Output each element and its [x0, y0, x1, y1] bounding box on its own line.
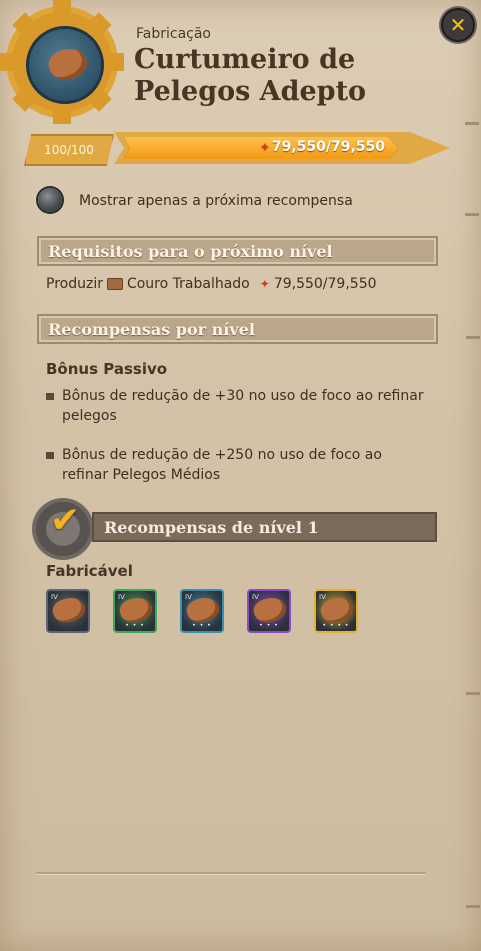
item-tier-label: IV	[51, 593, 58, 601]
requirement-verb: Produzir	[46, 276, 103, 292]
requirement-amount: 79,550/79,550	[273, 276, 377, 292]
spec-gear-icon	[0, 0, 124, 124]
requirement-line: Produzir Couro Trabalhado ✦ 79,550/79,55…	[46, 276, 377, 292]
craftable-item-slot[interactable]: IV • • •	[247, 589, 291, 633]
panel-edge-notch	[465, 213, 479, 216]
bullet-icon	[46, 393, 54, 400]
item-tier-label: IV	[118, 593, 125, 601]
craftable-item-slot[interactable]: IV • • •	[113, 589, 157, 633]
next-reward-toggle[interactable]	[38, 188, 62, 212]
bullet-icon	[46, 452, 54, 459]
passive-bonus-item: Bônus de redução de +30 no uso de foco a…	[46, 386, 426, 426]
divider	[36, 872, 426, 874]
item-tier-label: IV	[252, 593, 259, 601]
craftable-item-slot[interactable]: IV	[46, 589, 90, 633]
passive-bonus-title: Bônus Passivo	[46, 360, 168, 378]
craftable-title: Fabricável	[46, 562, 133, 580]
fame-icon: ✦	[259, 140, 270, 154]
level-rewards-header: Recompensas de nível 1	[92, 512, 437, 542]
level-text: 100/100	[44, 143, 94, 157]
craftable-item-slot[interactable]: IV • • • •	[314, 589, 358, 633]
fame-progress-bar: ✦ 79,550/79,550	[124, 137, 399, 159]
close-x-icon: ✕	[449, 13, 467, 37]
enchant-dots: • • •	[259, 622, 279, 629]
item-tier-label: IV	[319, 593, 326, 601]
enchant-dots: • • •	[125, 622, 145, 629]
requirements-header: Requisitos para o próximo nível	[37, 236, 438, 266]
rewards-by-level-header: Recompensas por nível	[37, 314, 438, 344]
passive-bonus-item: Bônus de redução de +250 no uso de foco …	[46, 445, 426, 485]
panel-edge-notch	[466, 905, 480, 908]
checkmark-icon: ✔	[50, 500, 81, 541]
panel-edge-notch	[466, 336, 480, 339]
hide-icon	[45, 43, 91, 85]
fame-value: 79,550/79,550	[271, 139, 385, 155]
page-title: Curtumeiro de Pelegos Adepto	[134, 44, 367, 107]
craftable-item-slot[interactable]: IV • • •	[180, 589, 224, 633]
panel-edge-notch	[465, 122, 479, 125]
leather-icon	[106, 278, 123, 290]
close-button[interactable]: ✕	[441, 8, 475, 42]
crafting-spec-panel: Fabricação Curtumeiro de Pelegos Adepto …	[0, 0, 481, 951]
fame-icon: ✦	[259, 277, 270, 291]
level-badge: 100/100	[24, 134, 114, 166]
panel-edge-notch	[466, 692, 480, 695]
fame-progress-text: ✦ 79,550/79,550	[260, 139, 385, 155]
category-label: Fabricação	[136, 26, 211, 42]
next-reward-toggle-label: Mostrar apenas a próxima recompensa	[79, 193, 353, 209]
item-tier-label: IV	[185, 593, 192, 601]
requirement-item: Couro Trabalhado	[126, 276, 250, 292]
enchant-dots: • • • •	[322, 622, 350, 629]
enchant-dots: • • •	[192, 622, 212, 629]
